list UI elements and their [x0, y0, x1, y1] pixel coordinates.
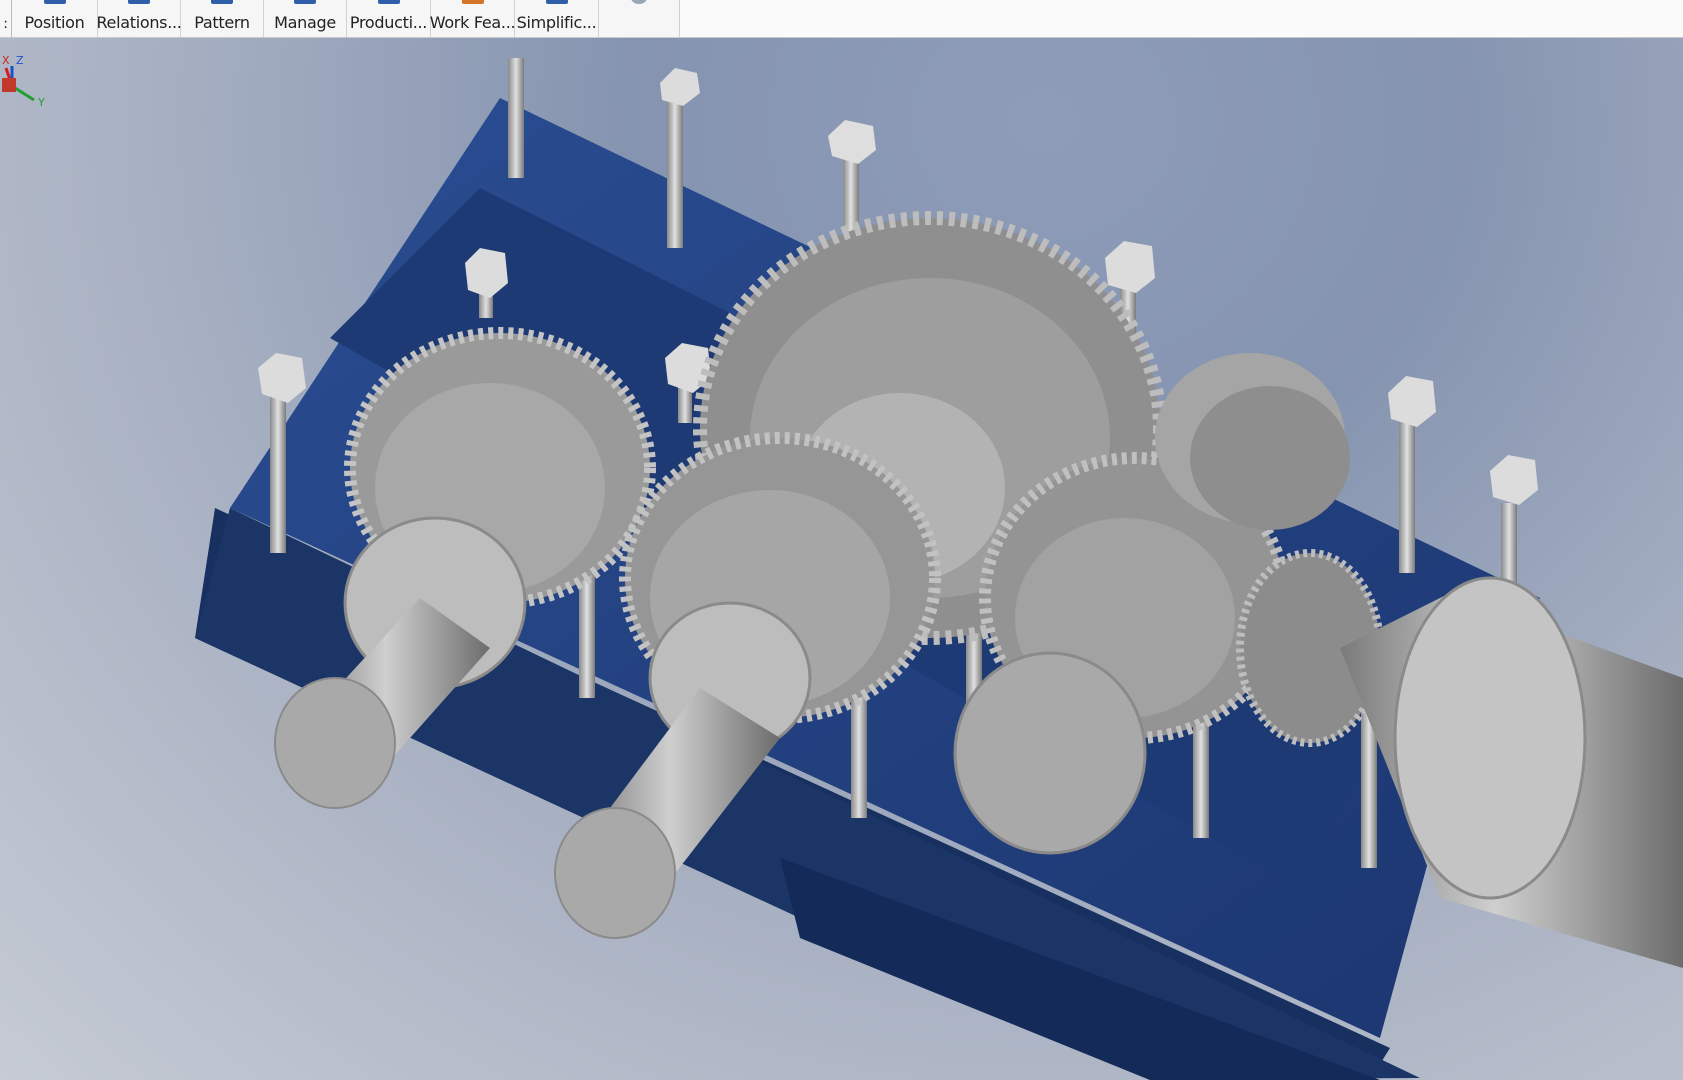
triad-cube-icon: [2, 78, 16, 92]
cover-disk: [953, 651, 1147, 855]
ribbon-panel-relationships-label: Relations...: [96, 13, 182, 32]
ribbon-panel-collapsed[interactable]: [599, 0, 679, 37]
triad-z-label: Z: [16, 54, 24, 67]
productivity-icon: [377, 0, 400, 4]
graphics-viewport[interactable]: X Z Y: [0, 38, 1683, 1080]
bolt: [508, 58, 524, 178]
ribbon-panel-partial-label: :: [3, 16, 8, 32]
ribbon-panel-partial[interactable]: :: [0, 0, 12, 37]
drum-face: [1190, 386, 1350, 530]
ribbon-panel-pattern[interactable]: Pattern: [181, 0, 264, 37]
manage-icon: [294, 0, 316, 4]
simplification-icon: [545, 0, 568, 4]
ribbon-panel-manage-label: Manage: [274, 13, 336, 32]
output-flange: [1393, 576, 1587, 900]
ribbon-panel-manage[interactable]: Manage: [264, 0, 347, 37]
gearbox-model[interactable]: [0, 38, 1683, 1080]
middle-shaft-end: [554, 807, 676, 939]
ribbon-panel-productivity[interactable]: Producti...: [347, 0, 431, 37]
left-shaft-end: [274, 677, 396, 809]
ribbon-panel-work-features-label: Work Fea...: [429, 13, 516, 32]
ribbon-panel-productivity-label: Producti...: [349, 13, 428, 32]
pattern-icon: [211, 0, 233, 4]
position-icon: [43, 0, 66, 4]
ribbon-panel-position[interactable]: Position: [12, 0, 98, 37]
ribbon-panel-position-label: Position: [24, 13, 85, 32]
view-triad[interactable]: X Z Y: [0, 38, 60, 108]
ribbon-panel-simplification-label: Simplific...: [516, 13, 597, 32]
ribbon-panel-pattern-label: Pattern: [194, 13, 250, 32]
ribbon-panel-work-features[interactable]: Work Fea...: [429, 0, 516, 37]
partial-icon: [631, 0, 647, 4]
work-features-icon: [461, 0, 484, 4]
triad-x-label: X: [2, 54, 10, 67]
ribbon-panel-simplification[interactable]: Simplific...: [515, 0, 599, 37]
ribbon-empty-area: [679, 0, 1683, 37]
relationships-icon: [128, 0, 150, 4]
ribbon-toolbar: : Position Relations... Pattern Manage P…: [0, 0, 1683, 38]
ribbon-panel-relationships[interactable]: Relations...: [96, 0, 182, 37]
triad-y-label: Y: [37, 96, 45, 108]
